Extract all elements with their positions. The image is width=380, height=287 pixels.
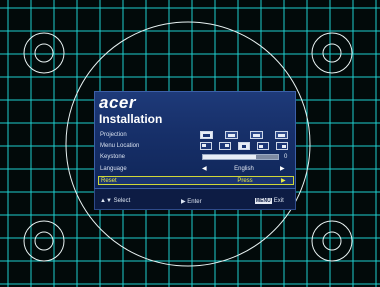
menu-item-language[interactable]: Language ◀ English ▶ bbox=[98, 165, 294, 174]
menu-item-reset[interactable]: Reset Press ▶ bbox=[98, 176, 294, 185]
menu-item-label: Keystone bbox=[100, 154, 126, 160]
projection-rear-ceiling-icon[interactable] bbox=[275, 131, 288, 139]
arrow-right-icon[interactable]: ▶ bbox=[280, 165, 285, 174]
corner-target-bottom-left bbox=[23, 220, 65, 262]
menu-item-label: Menu Location bbox=[100, 143, 140, 149]
osd-panel: acer Installation Projection Menu Locati… bbox=[94, 91, 296, 189]
menu-item-label: Language bbox=[100, 166, 127, 172]
enter-hint-label: Enter bbox=[187, 199, 202, 205]
acer-logo: acer bbox=[99, 93, 136, 112]
location-bottom-right-icon[interactable] bbox=[276, 142, 288, 150]
projection-front-icon[interactable] bbox=[200, 131, 213, 139]
projection-rear-icon[interactable] bbox=[250, 131, 263, 139]
select-hint: ▲▼ Select bbox=[100, 198, 130, 204]
play-arrow-icon: ▶ bbox=[181, 199, 186, 205]
keystone-slider-fill bbox=[203, 155, 257, 159]
osd-menu: acer Installation Projection Menu Locati… bbox=[94, 91, 296, 210]
location-top-left-icon[interactable] bbox=[200, 142, 212, 150]
corner-target-top-right bbox=[311, 32, 353, 74]
language-value: English bbox=[234, 166, 254, 172]
up-down-arrows-icon: ▲▼ bbox=[100, 198, 112, 204]
select-hint-label: Select bbox=[113, 198, 131, 204]
keystone-slider[interactable] bbox=[202, 154, 279, 160]
projection-options bbox=[198, 131, 293, 140]
menu-item-keystone[interactable]: Keystone 0 bbox=[98, 153, 294, 162]
corner-target-bottom-right bbox=[311, 220, 353, 262]
enter-hint: ▶ Enter bbox=[181, 198, 202, 205]
location-center-icon[interactable] bbox=[238, 142, 250, 150]
menu-item-label: Reset bbox=[101, 178, 117, 184]
projection-ceiling-icon[interactable] bbox=[225, 131, 238, 139]
location-top-right-icon[interactable] bbox=[219, 142, 231, 150]
menu-location-options bbox=[198, 142, 293, 151]
arrow-right-icon[interactable]: ▶ bbox=[281, 177, 286, 186]
projector-screen: acer Installation Projection Menu Locati… bbox=[0, 0, 380, 287]
location-bottom-left-icon[interactable] bbox=[257, 142, 269, 150]
corner-target-top-left bbox=[23, 32, 65, 74]
exit-hint: MENU Exit bbox=[255, 198, 284, 204]
menu-item-label: Projection bbox=[100, 132, 127, 138]
exit-hint-label: Exit bbox=[273, 198, 284, 204]
reset-value: Press bbox=[237, 178, 253, 184]
menu-item-menu-location[interactable]: Menu Location bbox=[98, 142, 294, 151]
osd-footer: ▲▼ Select ▶ Enter MENU Exit bbox=[94, 189, 296, 210]
keystone-value: 0 bbox=[284, 154, 288, 160]
menu-title: Installation bbox=[99, 112, 163, 126]
arrow-left-icon[interactable]: ◀ bbox=[202, 165, 207, 174]
menu-key-icon: MENU bbox=[255, 198, 272, 204]
menu-item-projection[interactable]: Projection bbox=[98, 131, 294, 140]
